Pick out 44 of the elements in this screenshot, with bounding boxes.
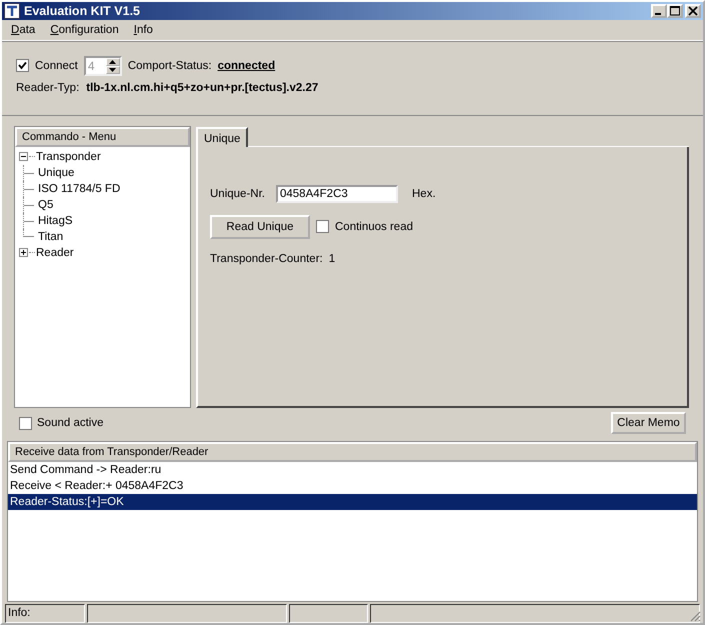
reader-type-value: tlb-1x.nl.cm.hi+q5+zo+un+pr.[tectus].v2.27	[86, 82, 318, 94]
status-panel: Info:	[5, 604, 85, 623]
tree-item[interactable]: ISO 11784/5 FD	[38, 182, 120, 195]
close-icon	[688, 6, 698, 16]
counter-label: Transponder-Counter:	[210, 252, 323, 265]
app-icon	[4, 2, 20, 19]
reader-type-label: Reader-Typ:	[16, 82, 80, 94]
panel-header: Receive data from Transponder/Reader	[8, 442, 697, 462]
menu-item[interactable]: Configuration	[43, 24, 127, 36]
tree-item[interactable]: Transponder	[36, 150, 101, 163]
maximize-button[interactable]	[667, 4, 683, 18]
tree-item[interactable]: Titan	[38, 230, 64, 243]
sound-checkbox[interactable]	[19, 416, 32, 430]
unique-nr-field[interactable]: 0458A4F2C3	[276, 184, 398, 203]
continuous-read-checkbox[interactable]	[316, 220, 329, 234]
sound-label: Sound active	[37, 417, 104, 430]
unique-nr-label: Unique-Nr.	[210, 188, 262, 200]
status-label: Comport-Status:	[128, 60, 212, 72]
status-value: connected	[218, 60, 276, 72]
minimize-icon	[655, 12, 661, 15]
panel-header: Commando - Menu	[15, 126, 190, 147]
window-title: Evaluation KIT V1.5	[24, 4, 140, 18]
connect-label: Connect	[35, 60, 78, 72]
close-button[interactable]	[685, 4, 701, 18]
minimize-button[interactable]	[651, 4, 667, 18]
counter-value: 1	[328, 252, 336, 265]
hex-label: Hex.	[412, 188, 436, 200]
tab[interactable]: Unique	[196, 126, 248, 147]
maximize-icon	[670, 6, 680, 16]
tree-item[interactable]: Reader	[36, 246, 74, 259]
clear-memo-button[interactable]: Clear Memo	[611, 412, 686, 434]
menu-item[interactable]: Data	[4, 24, 44, 36]
read-unique-button[interactable]: Read Unique	[210, 214, 310, 239]
connect-checkbox[interactable]	[16, 59, 29, 72]
continuous-read-label: Continuos read	[335, 220, 413, 233]
tree-item[interactable]: HitagS	[38, 214, 73, 227]
tree-item[interactable]: Q5	[38, 198, 54, 211]
tree-item[interactable]: Unique	[38, 166, 74, 179]
expand-icon[interactable]	[19, 248, 28, 258]
collapse-icon[interactable]	[19, 152, 28, 162]
menu-item[interactable]: Info	[126, 24, 161, 36]
log-line[interactable]: Send Command -> Reader:ru	[8, 462, 697, 478]
resize-grip-icon	[689, 610, 701, 622]
log-line[interactable]: Receive < Reader:+ 0458A4F2C3	[8, 478, 697, 494]
